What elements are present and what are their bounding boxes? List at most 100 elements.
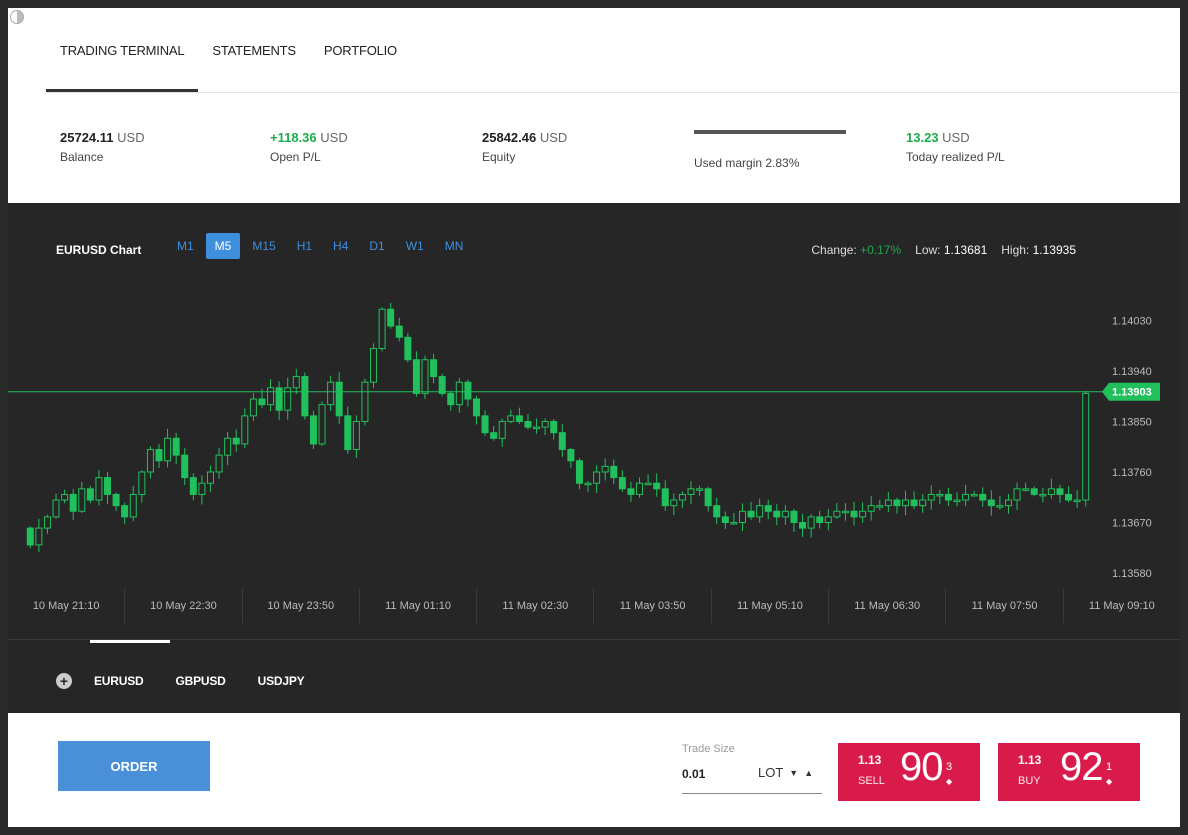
candle	[155, 449, 163, 462]
candle	[627, 488, 635, 495]
timeframe-mn[interactable]: MN	[436, 233, 473, 259]
candle	[1082, 392, 1090, 501]
candle	[86, 488, 94, 501]
candle	[515, 415, 523, 422]
candle	[284, 387, 292, 411]
timeframe-h1[interactable]: H1	[288, 233, 321, 259]
candle	[764, 505, 772, 512]
today-pl-value: 13.23	[906, 130, 939, 145]
theme-toggle-icon[interactable]	[10, 10, 24, 24]
candle	[962, 493, 970, 501]
candle	[1013, 488, 1021, 501]
candle	[498, 420, 506, 439]
candle	[129, 493, 137, 518]
candle	[979, 493, 987, 501]
symbol-tab-gbpusd[interactable]: GBPUSD	[175, 674, 225, 688]
candle	[841, 510, 849, 514]
candle	[78, 488, 86, 512]
candle	[653, 482, 661, 490]
y-tick-label: 1.13670	[1112, 517, 1152, 529]
candle	[678, 493, 686, 501]
lot-selector[interactable]: LOT ▼ ▲	[758, 765, 813, 780]
x-tick-label: 11 May 09:10	[1062, 588, 1180, 623]
buy-price-prefix: 1.13	[1018, 753, 1042, 767]
candle	[902, 499, 910, 507]
candle	[421, 359, 429, 394]
x-tick-label: 11 May 01:10	[358, 588, 476, 623]
candle	[738, 510, 746, 523]
trade-size-label: Trade Size	[682, 743, 735, 755]
account-stats: 25724.11 USD Balance +118.36 USD Open P/…	[8, 93, 1180, 203]
trade-size-input[interactable]	[682, 767, 742, 781]
candle	[309, 415, 317, 445]
high-label: High:	[1001, 243, 1030, 257]
lot-label: LOT	[758, 765, 784, 780]
x-tick-label: 10 May 23:50	[241, 588, 359, 623]
candle	[730, 521, 738, 525]
candle	[464, 381, 472, 400]
candle	[541, 420, 549, 428]
low-label: Low:	[915, 243, 941, 257]
timeframe-d1[interactable]: D1	[360, 233, 393, 259]
symbol-tab-eurusd[interactable]: EURUSD	[94, 674, 144, 688]
timeframe-w1[interactable]: W1	[397, 233, 433, 259]
candle	[1039, 493, 1047, 497]
candle	[95, 477, 103, 501]
equity-label: Equity	[482, 150, 516, 164]
tab-trading-terminal[interactable]: TRADING TERMINAL	[46, 8, 199, 92]
lot-increase-icon[interactable]: ▲	[804, 768, 813, 778]
symbol-tab-usdjpy[interactable]: USDJPY	[258, 674, 305, 688]
buy-price-big: 92	[1060, 745, 1103, 789]
price-chart[interactable]: 1.14030 1.13940 1.13850 1.13760 1.13670 1.135…	[8, 203, 1180, 588]
candle	[524, 420, 532, 428]
buy-button[interactable]: 1.13 BUY 92 1 ◆	[998, 743, 1140, 801]
candle	[472, 398, 480, 417]
candle	[713, 505, 721, 518]
order-button[interactable]: ORDER	[58, 741, 210, 791]
candle	[567, 449, 575, 462]
symbol-active-underline	[90, 640, 170, 643]
candle	[35, 527, 43, 546]
candle	[670, 499, 678, 507]
timeframe-m15[interactable]: M15	[243, 233, 284, 259]
tab-portfolio[interactable]: PORTFOLIO	[310, 8, 411, 92]
candle	[181, 454, 189, 479]
time-axis: 10 May 21:10 10 May 22:30 10 May 23:50 11 M…	[8, 588, 1180, 623]
candle	[215, 454, 223, 473]
candle	[198, 482, 206, 495]
timeframe-h4[interactable]: H4	[324, 233, 357, 259]
candle	[593, 471, 601, 484]
change-label: Change:	[811, 243, 857, 257]
chart-info: Change: +0.17% Low: 1.13681 High: 1.1393…	[811, 243, 1076, 257]
candle	[533, 426, 541, 430]
balance-stat: 25724.11 USD Balance	[60, 130, 145, 164]
add-symbol-icon[interactable]: +	[56, 673, 72, 689]
trading-app: TRADING TERMINAL STATEMENTS PORTFOLIO 25…	[8, 8, 1180, 827]
sell-price-prefix: 1.13	[858, 753, 882, 767]
candle	[387, 308, 395, 327]
candle	[756, 505, 764, 518]
sell-button[interactable]: 1.13 SELL 90 3 ◆	[838, 743, 980, 801]
tab-statements[interactable]: STATEMENTS	[198, 8, 309, 92]
candle	[970, 493, 978, 497]
timeframe-selector: M1 M5 M15 H1 H4 D1 W1 MN	[168, 233, 472, 259]
candle	[112, 493, 120, 507]
candle	[455, 381, 463, 406]
sell-price-pipette: 3	[946, 761, 953, 773]
x-tick-label: 11 May 02:30	[476, 588, 593, 623]
candle	[850, 510, 858, 518]
candle	[189, 477, 197, 495]
candle	[1047, 488, 1055, 495]
high-value: 1.13935	[1032, 243, 1076, 257]
x-tick-label: 10 May 21:10	[32, 599, 100, 612]
lot-dropdown-icon[interactable]: ▼	[789, 768, 798, 778]
candle	[781, 510, 789, 518]
low-info: Low: 1.13681	[915, 243, 987, 257]
candle	[799, 521, 807, 529]
candle	[824, 516, 832, 523]
today-pl-stat: 13.23 USD Today realized P/L	[906, 130, 1005, 164]
timeframe-m5[interactable]: M5	[205, 233, 241, 259]
timeframe-m1[interactable]: M1	[168, 233, 203, 259]
balance-unit: USD	[117, 130, 145, 145]
candle	[249, 398, 257, 417]
